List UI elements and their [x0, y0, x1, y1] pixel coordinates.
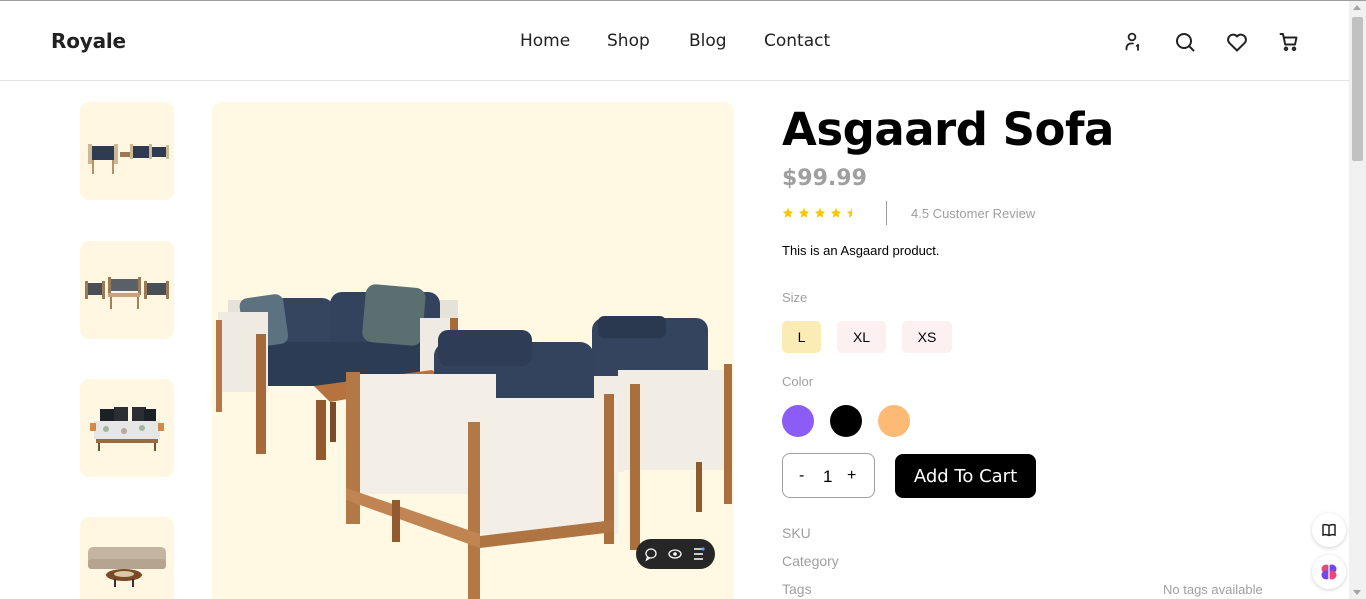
rating-divider: [886, 201, 887, 225]
user-icon[interactable]: [1122, 30, 1146, 54]
quantity-decrement-button[interactable]: -: [799, 467, 804, 485]
outdoor-set-thumbnail[interactable]: [80, 241, 174, 339]
size-label: Size: [782, 290, 808, 305]
review-count[interactable]: 4.5 Customer Review: [911, 206, 1035, 221]
star-icon: [830, 207, 842, 218]
size-option-l[interactable]: L: [782, 321, 821, 353]
nav-shop[interactable]: Shop: [607, 31, 650, 51]
site-header: Royale Home Shop Blog Contact: [0, 1, 1349, 81]
quantity-value[interactable]: 1: [823, 467, 832, 487]
sku-label: SKU: [782, 525, 811, 541]
search-icon[interactable]: [1173, 30, 1197, 54]
color-label: Color: [782, 374, 814, 389]
star-icon: [782, 207, 794, 218]
nav-contact[interactable]: Contact: [764, 31, 830, 51]
book-icon[interactable]: [1312, 513, 1346, 547]
color-swatch-orange[interactable]: [878, 405, 910, 437]
color-swatch-black[interactable]: [830, 405, 862, 437]
eye-icon[interactable]: [668, 549, 682, 559]
floating-toolbar[interactable]: [636, 539, 715, 569]
comment-icon[interactable]: [645, 548, 657, 562]
quantity-increment-button[interactable]: +: [847, 467, 856, 485]
asgaard-sofa-image: [212, 102, 734, 599]
star-icon: [798, 207, 810, 218]
tags-label: Tags: [782, 581, 812, 597]
menu-icon[interactable]: [694, 547, 705, 560]
size-option-xs[interactable]: XS: [902, 321, 952, 353]
star-icon: [846, 207, 852, 218]
size-option-xl[interactable]: XL: [837, 321, 886, 353]
scroll-down-arrow-icon[interactable]: [1353, 590, 1361, 595]
main-nav: Home Shop Blog Contact: [0, 31, 1349, 55]
scroll-thumb[interactable]: [1352, 17, 1363, 161]
floral-sofa-thumbnail[interactable]: [80, 379, 174, 477]
beige-sofa-thumbnail[interactable]: [80, 517, 174, 599]
page-scrollbar[interactable]: [1349, 1, 1366, 599]
color-swatch-purple[interactable]: [782, 405, 814, 437]
tags-value: No tags available: [1163, 582, 1263, 597]
product-description: This is an Asgaard product.: [782, 243, 940, 258]
scroll-up-arrow-icon[interactable]: [1353, 5, 1361, 10]
product-price: $99.99: [782, 166, 867, 191]
brain-icon[interactable]: [1312, 555, 1346, 589]
add-to-cart-button[interactable]: Add To Cart: [895, 454, 1036, 498]
nav-blog[interactable]: Blog: [689, 31, 727, 51]
cart-icon[interactable]: [1277, 30, 1301, 54]
quantity-stepper: - 1 +: [782, 453, 875, 498]
star-icon: [814, 207, 826, 218]
heart-icon[interactable]: [1225, 30, 1249, 54]
product-title: Asgaard Sofa: [782, 103, 1114, 156]
rating-stars: [782, 206, 862, 220]
category-label: Category: [782, 553, 839, 569]
sofa-set-thumbnail[interactable]: [80, 102, 174, 200]
nav-home[interactable]: Home: [520, 31, 570, 51]
